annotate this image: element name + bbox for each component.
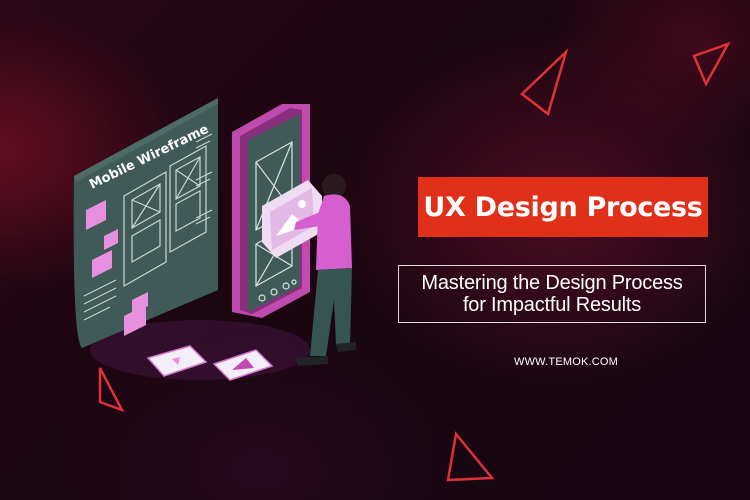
subtitle-line-2: for Impactful Results: [462, 294, 642, 316]
phone-device: [232, 104, 322, 318]
website-link[interactable]: WWW.TEMOK.COM: [514, 356, 618, 368]
subtitle-line-1: Mastering the Design Process: [421, 272, 683, 294]
triangle-deco-2: [692, 41, 731, 87]
triangle-deco-3: [446, 431, 495, 482]
wireframe-panel: Mobile Wireframe: [73, 98, 219, 348]
triangle-deco-4: [98, 367, 125, 413]
subtitle-box: Mastering the Design Process for Impactf…: [398, 265, 706, 323]
ux-illustration: Mobile Wireframe: [73, 41, 731, 482]
page-title: UX Design Process: [423, 191, 703, 223]
triangle-deco-1: [520, 47, 569, 117]
title-banner: UX Design Process: [418, 177, 708, 237]
